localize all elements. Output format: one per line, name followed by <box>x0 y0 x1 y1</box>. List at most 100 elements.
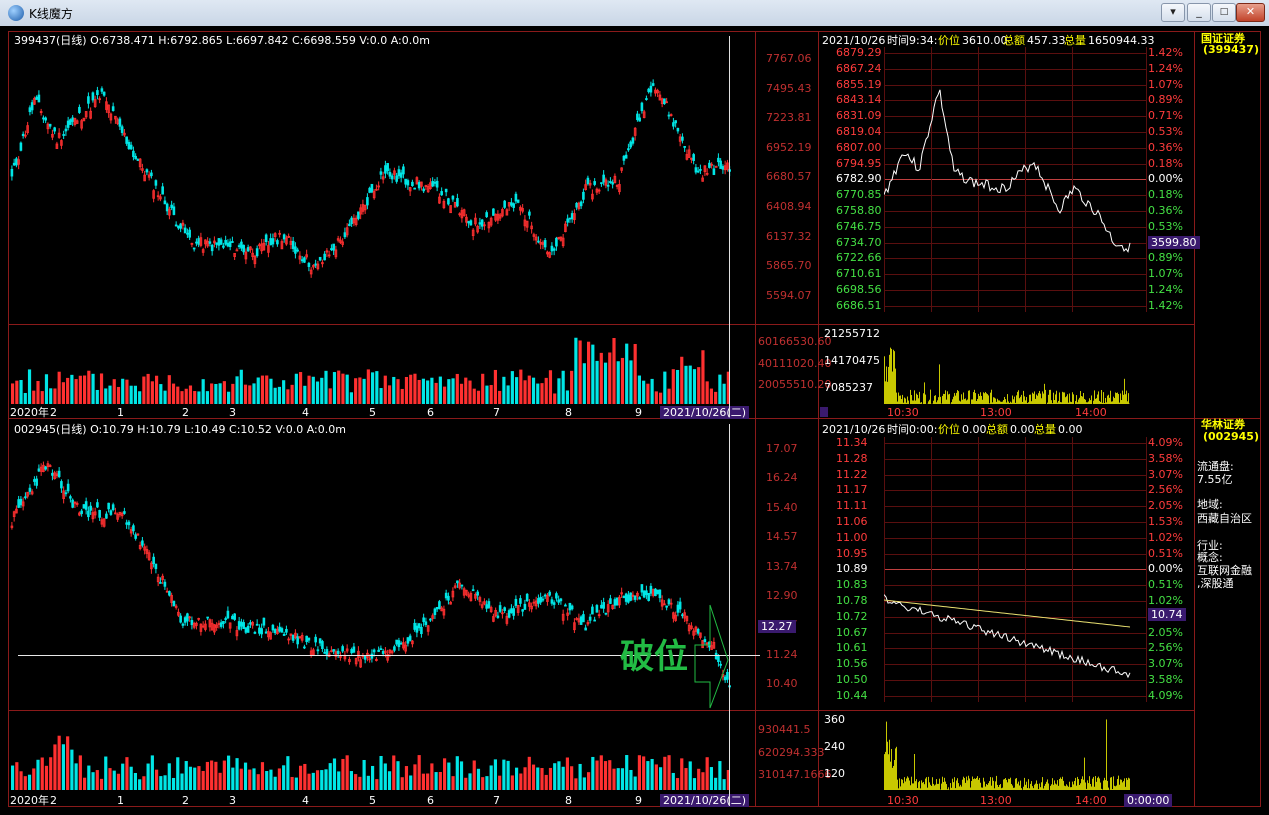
candle <box>591 604 594 615</box>
minute-volume-bar <box>902 394 903 404</box>
volume-bar <box>53 744 57 790</box>
minute-price-label: 10.95 <box>836 546 868 560</box>
price-axis-label: 6680.57 <box>766 170 812 184</box>
candle <box>602 597 605 613</box>
candle <box>649 81 653 97</box>
minute-pct-label: 2.56% <box>1148 483 1183 497</box>
candle <box>570 604 574 611</box>
volume-bar <box>222 381 226 404</box>
candle <box>431 177 434 188</box>
candle <box>21 497 25 511</box>
month-label: 2 <box>50 406 57 419</box>
candle <box>474 592 477 602</box>
volume-bar <box>332 758 337 790</box>
candle <box>597 188 601 194</box>
candle <box>341 238 344 248</box>
volume-bar <box>709 767 713 790</box>
candle <box>132 523 135 535</box>
minute-price-label: 10.83 <box>836 578 868 592</box>
minute-volume-bar <box>994 397 995 404</box>
volume-bar <box>243 384 248 404</box>
bottom-volume-chart[interactable] <box>10 714 754 792</box>
volume-bar <box>155 375 159 404</box>
top-minute-chart[interactable] <box>884 48 1146 318</box>
minute-volume-bar <box>1030 394 1031 404</box>
candle <box>633 595 637 603</box>
stock-info-text: 地域: <box>1197 498 1223 511</box>
price-axis-label: 6952.19 <box>766 140 812 154</box>
candle <box>64 489 68 497</box>
candle <box>523 599 527 610</box>
minute-volume-bar <box>990 777 991 790</box>
minute-volume-bar <box>903 783 904 790</box>
minute-volume-bar <box>904 777 905 790</box>
volume-bar <box>78 755 82 790</box>
candle <box>624 151 628 159</box>
candle <box>253 254 257 268</box>
volume-bar <box>205 391 209 404</box>
volume-bar <box>404 376 409 404</box>
volume-bar <box>163 775 167 790</box>
minute-pct-label: 1.24% <box>1148 61 1183 75</box>
volume-bar <box>489 765 493 790</box>
minute-volume-bar <box>1076 395 1077 404</box>
month-label: 9 <box>635 794 642 807</box>
candle <box>255 245 259 258</box>
candle <box>136 158 140 161</box>
minute-volume-bar <box>1027 403 1028 404</box>
volume-bar <box>430 763 434 790</box>
minute-volume-bar <box>1010 777 1011 790</box>
candle <box>519 595 522 607</box>
candle <box>674 120 677 128</box>
minute-volume-bar <box>1078 779 1079 790</box>
volume-bar <box>324 370 328 404</box>
candle <box>199 232 203 248</box>
candle <box>98 96 101 104</box>
minute-volume-bar <box>942 776 943 790</box>
minute-volume-bar <box>1071 402 1072 404</box>
bottom-minute-volume-chart[interactable] <box>884 714 1146 792</box>
close-button[interactable]: ✕ <box>1236 3 1265 22</box>
bottom-minute-chart[interactable] <box>884 438 1146 708</box>
minute-volume-bar <box>934 785 935 790</box>
top-kline-chart[interactable] <box>10 48 754 324</box>
candle <box>636 110 639 122</box>
volume-bar <box>99 778 104 790</box>
volume-bar <box>290 776 294 790</box>
top-minute-volume-chart[interactable] <box>884 328 1146 406</box>
candle <box>660 97 664 108</box>
minute-volume-bar <box>1041 782 1042 790</box>
volume-bar <box>87 370 91 404</box>
candle <box>478 217 482 230</box>
minute-volume-bar <box>945 781 946 790</box>
maximize-button[interactable]: □ <box>1212 3 1236 22</box>
minute-volume-bar <box>885 381 886 404</box>
minute-volume-bar <box>894 760 895 790</box>
candle <box>568 602 572 615</box>
minute-volume-bar <box>991 785 992 790</box>
volume-bar <box>531 377 536 404</box>
minute-volume-bar <box>971 399 972 404</box>
top-min-price: 3610.00 <box>962 34 1008 47</box>
top-volume-chart[interactable] <box>10 328 754 406</box>
minute-volume-bar <box>905 398 906 404</box>
candle <box>190 616 194 630</box>
candle <box>676 127 680 134</box>
candle <box>633 127 637 141</box>
candle <box>593 178 596 187</box>
help-button[interactable]: ▾ <box>1161 3 1185 22</box>
minute-volume-bar <box>943 781 944 790</box>
minute-volume-bar <box>1021 394 1022 404</box>
window-title-bar[interactable]: K线魔方 ▾ _ □ ✕ <box>0 0 1269 27</box>
minute-volume-bar <box>1039 783 1040 790</box>
candle <box>179 613 182 624</box>
minute-volume-bar <box>913 400 914 404</box>
minute-volume-bar <box>1075 401 1076 404</box>
minimize-button[interactable]: _ <box>1187 3 1211 22</box>
candle <box>174 604 178 610</box>
volume-bar <box>19 380 23 404</box>
candle <box>98 509 101 521</box>
candle <box>462 586 466 599</box>
candle <box>550 242 554 256</box>
candle <box>453 201 457 208</box>
